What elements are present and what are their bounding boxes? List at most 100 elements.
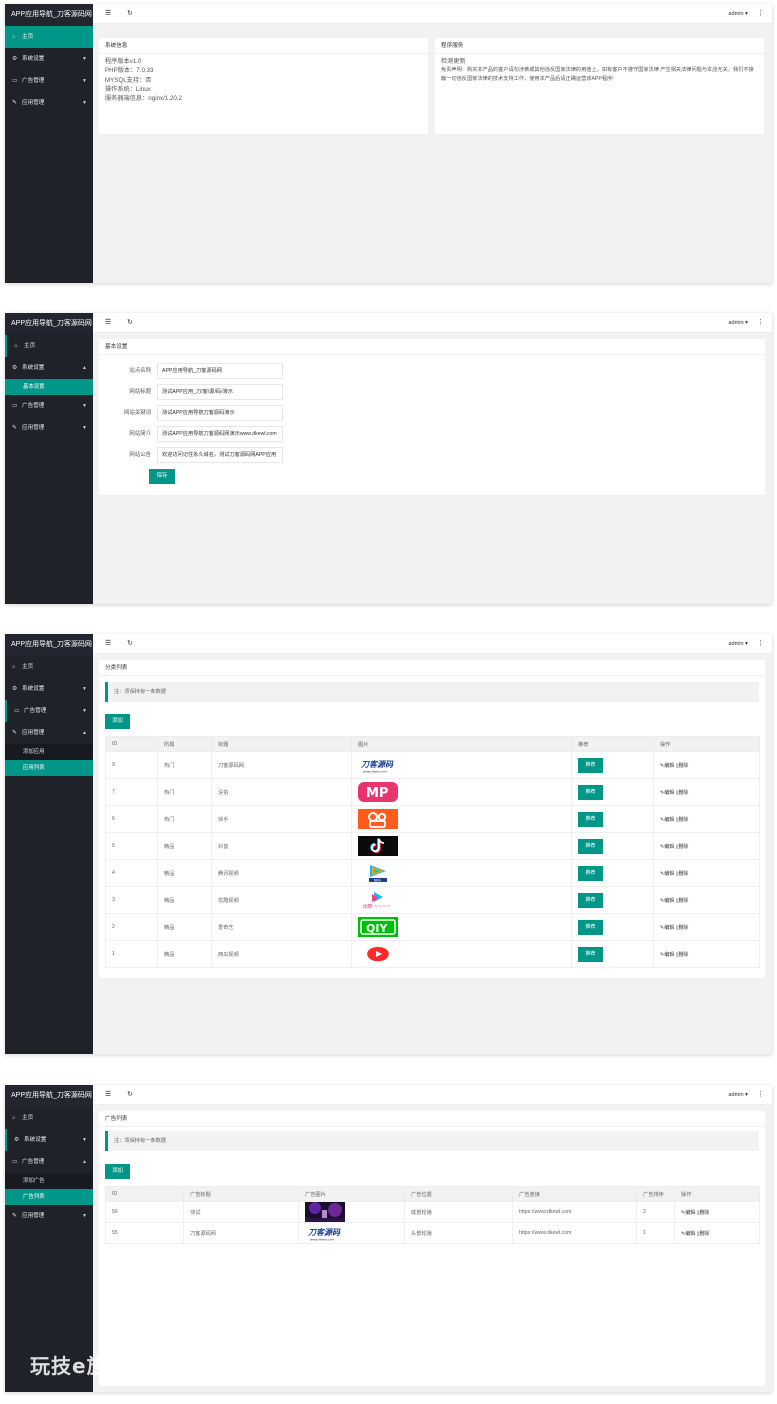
dk-logo: 刀客源码www.dkewl.com [305, 1223, 345, 1243]
nav-ads[interactable]: ▭ 广告管理 ▼ [5, 70, 93, 92]
description-input[interactable]: 测试APP应用导航刀客源码网演示www.dkewl.com [157, 426, 283, 442]
main-content: 系统信息 程序版本v1.0 PHP版本：7.0.33 MYSQL支持：否 操作系… [93, 24, 772, 283]
recommend-button[interactable]: 推荐 [578, 784, 603, 800]
edit-delete-actions[interactable]: ✎编辑 ▯删除 [681, 1210, 709, 1216]
cell-ad-title: 测试 [183, 1201, 299, 1223]
cell-recommend: 推荐 [571, 940, 654, 968]
cell-title: 优酷视频 [211, 886, 352, 914]
main-content: 广告列表 注：须保持有一条数据 添加 ID 广告标题 广告图片 广告位置 广告连… [93, 1105, 772, 1392]
hamburger-icon[interactable]: ☰ [105, 4, 111, 24]
add-ad-button[interactable]: 添加 [105, 1164, 130, 1179]
col-id: ID [105, 1186, 184, 1202]
nav-apps[interactable]: ✎ 应用管理 ▼ [5, 92, 93, 114]
cell-title: 腾讯视频 [211, 859, 352, 887]
nav-system-settings[interactable]: ⚙ 系统设置 ▲ [5, 357, 93, 379]
nav-system-settings[interactable]: ⚙ 系统设置 ▼ [5, 1129, 93, 1151]
add-app-button[interactable]: 添加 [105, 714, 130, 729]
site-title-input[interactable]: 测试APP应用_刀/客/源/码/演示 [157, 384, 283, 400]
nav-home[interactable]: ⌂ 主页 [5, 1107, 93, 1129]
notice-input[interactable]: 欢迎访问记住永久域名，测试刀客源码网APP应用 [157, 447, 283, 463]
nav-system-settings[interactable]: ⚙ 系统设置 ▼ [5, 678, 93, 700]
cell-title: 西瓜视频 [211, 940, 352, 968]
edit-delete-actions[interactable]: ✎编辑 ▯删除 [660, 952, 688, 958]
recommend-button[interactable]: 推荐 [578, 946, 603, 962]
refresh-icon[interactable]: ↻ [127, 4, 133, 24]
edit-delete-actions[interactable]: ✎编辑 ▯删除 [660, 898, 688, 904]
table-row: 55 刀客源码网 刀客源码 www.dkewl.com 头部轮播 https://www.… [105, 1222, 760, 1244]
keywords-input[interactable]: 测试APP应用导航刀客源码演示 [157, 405, 283, 421]
col-id: ID [105, 736, 158, 752]
save-button[interactable]: 保存 [149, 469, 175, 484]
nav-sub-basic-settings[interactable]: 基本设置 [5, 379, 93, 395]
edit-delete-actions[interactable]: ✎编辑 ▯删除 [660, 844, 688, 850]
cell-id: 9 [105, 751, 158, 779]
cell-recommend: 推荐 [571, 913, 654, 941]
edit-delete-actions[interactable]: ✎编辑 ▯删除 [660, 871, 688, 877]
form-label: 站点名称 [129, 368, 151, 374]
cell-id: 1 [105, 940, 158, 968]
table-row: 1 精品 西瓜视频 推荐 ✎编辑 ▯删除 [105, 940, 760, 968]
table-row: 6 热门 快手 推荐 ✎编辑 ▯删除 [105, 805, 760, 833]
cell-id: 4 [105, 859, 158, 887]
nav-sub-app-list[interactable]: 应用列表 [5, 760, 93, 776]
nav-sub-ad-list[interactable]: 广告列表 [5, 1189, 93, 1205]
col-category: 所属 [157, 736, 212, 752]
more-vert-icon[interactable]: ⋮ [757, 313, 764, 333]
form-row-description: 网站简介 测试APP应用导航刀客源码网演示www.dkewl.com [99, 426, 299, 442]
nav-sub-add-app[interactable]: 添加应用 [5, 744, 93, 760]
nav-apps[interactable]: ✎ 应用管理 ▼ [5, 417, 93, 439]
gear-icon: ⚙ [14, 1137, 20, 1143]
nav-apps[interactable]: ✎ 应用管理 ▼ [5, 1205, 93, 1227]
edit-delete-actions[interactable]: ✎编辑 ▯删除 [681, 1231, 709, 1237]
nav-ads[interactable]: ▭ 广告管理 ▲ [5, 1151, 93, 1173]
hamburger-icon[interactable]: ☰ [105, 313, 111, 333]
edit-delete-actions[interactable]: ✎编辑 ▯删除 [660, 790, 688, 796]
more-vert-icon[interactable]: ⋮ [757, 1085, 764, 1105]
refresh-icon[interactable]: ↻ [127, 1085, 133, 1105]
refresh-icon[interactable]: ↻ [127, 313, 133, 333]
table-row: 56 测试 底部轮播 https://www.dkewl.com 2 ✎编辑 ▯删除 [105, 1201, 760, 1223]
more-vert-icon[interactable]: ⋮ [757, 4, 764, 24]
recommend-button[interactable]: 推荐 [578, 811, 603, 827]
nav-home[interactable]: ⌂ 主页 [5, 335, 93, 357]
hamburger-icon[interactable]: ☰ [105, 1085, 111, 1105]
youku-logo: 优酷 ~~~~ [358, 890, 398, 910]
nav-home[interactable]: ⌂ 主页 [5, 26, 93, 48]
nav-ads[interactable]: ▭ 广告管理 ▼ [5, 395, 93, 417]
nav-home[interactable]: ⌂ 主页 [5, 656, 93, 678]
nav-sub-add-ad[interactable]: 添加广告 [5, 1173, 93, 1189]
recommend-button[interactable]: 推荐 [578, 757, 603, 773]
recommend-button[interactable]: 推荐 [578, 865, 603, 881]
sysinfo-line: PHP版本：7.0.33 [105, 67, 154, 75]
hamburger-icon[interactable]: ☰ [105, 634, 111, 654]
recommend-button[interactable]: 推荐 [578, 892, 603, 908]
form-row-site-name: 站点名称 APP应用导航_刀客源码网 [99, 363, 299, 379]
gear-icon: ⚙ [12, 56, 18, 62]
refresh-icon[interactable]: ↻ [127, 634, 133, 654]
app-logo-title: APP应用导航_刀客源码网 [5, 634, 93, 656]
cell-image: QIY [351, 913, 572, 941]
user-menu[interactable]: admin ▾ [728, 634, 748, 654]
home-icon: ⌂ [12, 34, 16, 40]
site-name-input[interactable]: APP应用导航_刀客源码网 [157, 363, 283, 379]
edit-delete-actions[interactable]: ✎编辑 ▯删除 [660, 925, 688, 931]
check-update-link[interactable]: 检测更新 [435, 54, 764, 66]
nav-system-settings[interactable]: ⚙ 系统设置 ▼ [5, 48, 93, 70]
recommend-button[interactable]: 推荐 [578, 919, 603, 935]
user-menu[interactable]: admin ▾ [728, 1085, 748, 1105]
user-menu[interactable]: admin ▾ [728, 313, 748, 333]
more-vert-icon[interactable]: ⋮ [757, 634, 764, 654]
nav-apps[interactable]: ✎ 应用管理 ▲ [5, 722, 93, 744]
settings-card: 基本设置 站点名称 APP应用导航_刀客源码网 网站标题 测试APP应用_刀/客… [99, 339, 765, 495]
recommend-button[interactable]: 推荐 [578, 838, 603, 854]
cell-category: 热门 [157, 778, 212, 806]
chevron-down-icon: ▼ [82, 56, 87, 62]
table-row: 3 精品 优酷视频 优酷 ~~~~ 推荐 ✎编辑 ▯删除 [105, 886, 760, 914]
app-logo-title: APP应用导航_刀客源码网 [5, 313, 93, 335]
edit-delete-actions[interactable]: ✎编辑 ▯删除 [660, 817, 688, 823]
chevron-down-icon: ▼ [82, 686, 87, 692]
user-menu[interactable]: admin ▾ [728, 4, 748, 24]
edit-delete-actions[interactable]: ✎编辑 ▯删除 [660, 763, 688, 769]
cell-recommend: 推荐 [571, 778, 654, 806]
nav-ads[interactable]: ▭ 广告管理 ▼ [5, 700, 93, 722]
